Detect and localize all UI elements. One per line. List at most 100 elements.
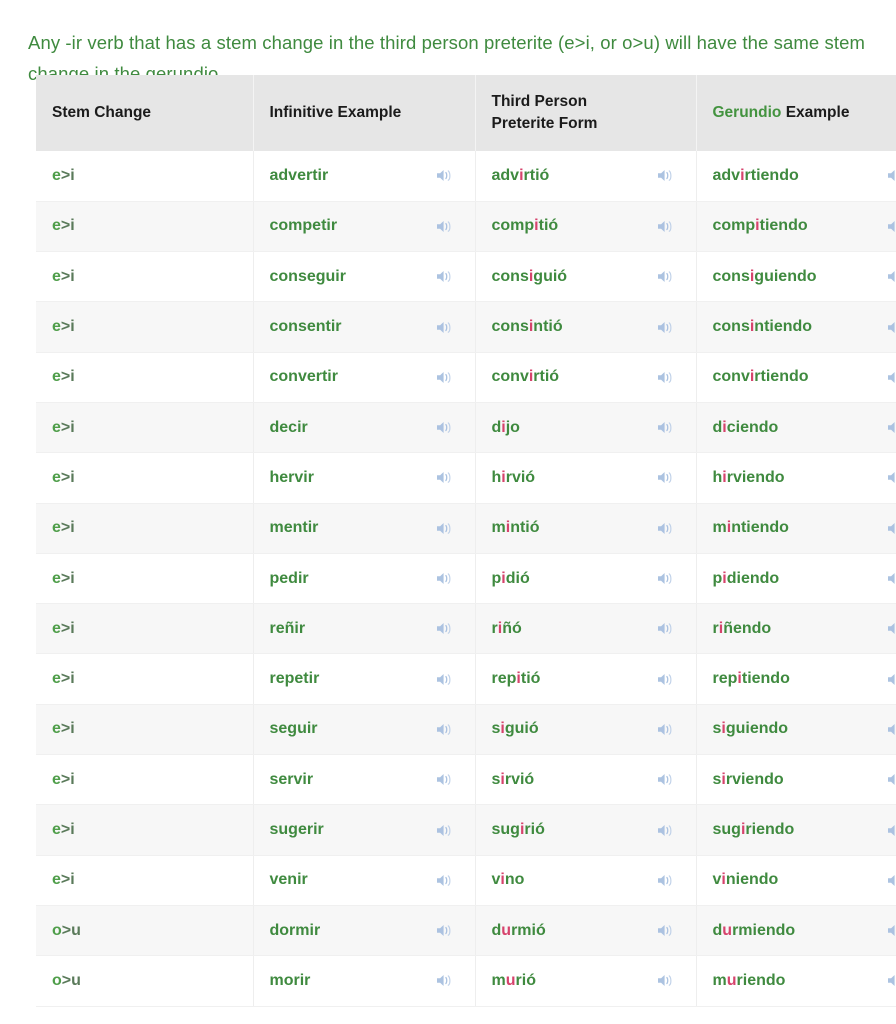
cell-gerundio: sirviendo (696, 754, 896, 806)
speaker-icon[interactable] (657, 470, 674, 485)
cell-stem-change: e>i (36, 402, 254, 454)
cell-preterite: durmió (475, 905, 697, 957)
cell-preterite: siguió (475, 704, 697, 756)
speaker-icon[interactable] (657, 168, 674, 183)
speaker-icon[interactable] (657, 772, 674, 787)
gerundio-word: diciendo (712, 418, 779, 436)
speaker-icon[interactable] (436, 873, 453, 888)
speaker-icon[interactable] (887, 470, 896, 485)
cell-stem-change: o>u (36, 955, 254, 1007)
stem-change-from: e (52, 670, 61, 688)
cell-gerundio: consiguiendo (696, 251, 896, 303)
stem-change-to: >u (61, 921, 81, 939)
stem-change-to: >i (60, 267, 75, 285)
speaker-icon[interactable] (657, 370, 674, 385)
cell-stem-change: e>i (36, 855, 254, 906)
speaker-icon[interactable] (657, 973, 674, 988)
speaker-icon[interactable] (887, 672, 896, 687)
speaker-icon[interactable] (657, 269, 674, 284)
speaker-icon[interactable] (887, 923, 896, 938)
cell-preterite: sirvió (475, 754, 697, 806)
speaker-icon[interactable] (657, 672, 674, 687)
speaker-icon[interactable] (887, 973, 896, 988)
speaker-icon[interactable] (887, 772, 896, 787)
stem-change-to: >i (60, 670, 75, 688)
speaker-icon[interactable] (436, 420, 453, 435)
preterite-word: riñó (491, 619, 522, 637)
preterite-word: murió (491, 971, 536, 989)
speaker-icon[interactable] (657, 621, 674, 636)
speaker-icon[interactable] (657, 722, 674, 737)
stem-change-to: >i (60, 217, 75, 235)
stem-change-to: >i (60, 418, 75, 436)
infinitive-word: decir (269, 418, 308, 436)
cell-stem-change: e>i (36, 754, 254, 806)
speaker-icon[interactable] (436, 269, 453, 284)
infinitive-word: dormir (269, 921, 321, 939)
column-header-gerundio-example: Gerundio Example (696, 75, 896, 151)
speaker-icon[interactable] (657, 823, 674, 838)
verb-table-container: Stem Change Infinitive Example Third Per… (36, 75, 896, 1007)
stem-change-to: >i (60, 770, 75, 788)
speaker-icon[interactable] (436, 320, 453, 335)
cell-gerundio: compitiendo (696, 201, 896, 253)
speaker-icon[interactable] (887, 219, 896, 234)
speaker-icon[interactable] (436, 772, 453, 787)
header-line-2: Preterite Form (491, 115, 598, 132)
cell-stem-change: e>i (36, 503, 254, 554)
cell-stem-change: e>i (36, 151, 254, 202)
gerundio-word: viniendo (712, 871, 779, 889)
speaker-icon[interactable] (887, 420, 896, 435)
stem-change-from: e (52, 871, 61, 889)
speaker-icon[interactable] (887, 168, 896, 183)
preterite-word: siguió (491, 720, 539, 738)
speaker-icon[interactable] (887, 873, 896, 888)
column-header-stem-change: Stem Change (36, 75, 254, 151)
gerundio-word: repitiendo (712, 670, 790, 688)
cell-stem-change: e>i (36, 201, 254, 253)
infinitive-word: mentir (269, 519, 319, 537)
cell-infinitive: sugerir (253, 804, 476, 856)
speaker-icon[interactable] (657, 521, 674, 536)
speaker-icon[interactable] (436, 722, 453, 737)
preterite-word: vino (491, 871, 525, 889)
speaker-icon[interactable] (657, 571, 674, 586)
speaker-icon[interactable] (436, 621, 453, 636)
speaker-icon[interactable] (887, 269, 896, 284)
infinitive-word: servir (269, 770, 314, 788)
speaker-icon[interactable] (657, 923, 674, 938)
speaker-icon[interactable] (436, 470, 453, 485)
speaker-icon[interactable] (436, 823, 453, 838)
table-row: o>u dormir durmió durmiendo (36, 905, 896, 957)
cell-infinitive: venir (253, 855, 476, 906)
speaker-icon[interactable] (436, 370, 453, 385)
speaker-icon[interactable] (436, 923, 453, 938)
speaker-icon[interactable] (887, 370, 896, 385)
stem-change-from: e (52, 720, 61, 738)
speaker-icon[interactable] (436, 168, 453, 183)
gerundio-word: sugiriendo (712, 821, 795, 838)
speaker-icon[interactable] (887, 722, 896, 737)
speaker-icon[interactable] (887, 621, 896, 636)
speaker-icon[interactable] (887, 571, 896, 586)
preterite-word: sirvió (491, 770, 535, 788)
speaker-icon[interactable] (657, 873, 674, 888)
speaker-icon[interactable] (887, 823, 896, 838)
cell-gerundio: repitiendo (696, 653, 896, 705)
stem-change-from: e (52, 368, 61, 386)
gerundio-word: durmiendo (712, 921, 796, 939)
gerundio-word: hirviendo (712, 468, 785, 486)
speaker-icon[interactable] (657, 420, 674, 435)
speaker-icon[interactable] (436, 521, 453, 536)
speaker-icon[interactable] (436, 672, 453, 687)
speaker-icon[interactable] (436, 219, 453, 234)
speaker-icon[interactable] (436, 571, 453, 586)
cell-infinitive: conseguir (253, 251, 476, 303)
speaker-icon[interactable] (887, 521, 896, 536)
preterite-word: repitió (491, 670, 541, 688)
gerundio-word: consiguiendo (712, 267, 817, 285)
speaker-icon[interactable] (657, 219, 674, 234)
speaker-icon[interactable] (657, 320, 674, 335)
speaker-icon[interactable] (436, 973, 453, 988)
speaker-icon[interactable] (887, 320, 896, 335)
